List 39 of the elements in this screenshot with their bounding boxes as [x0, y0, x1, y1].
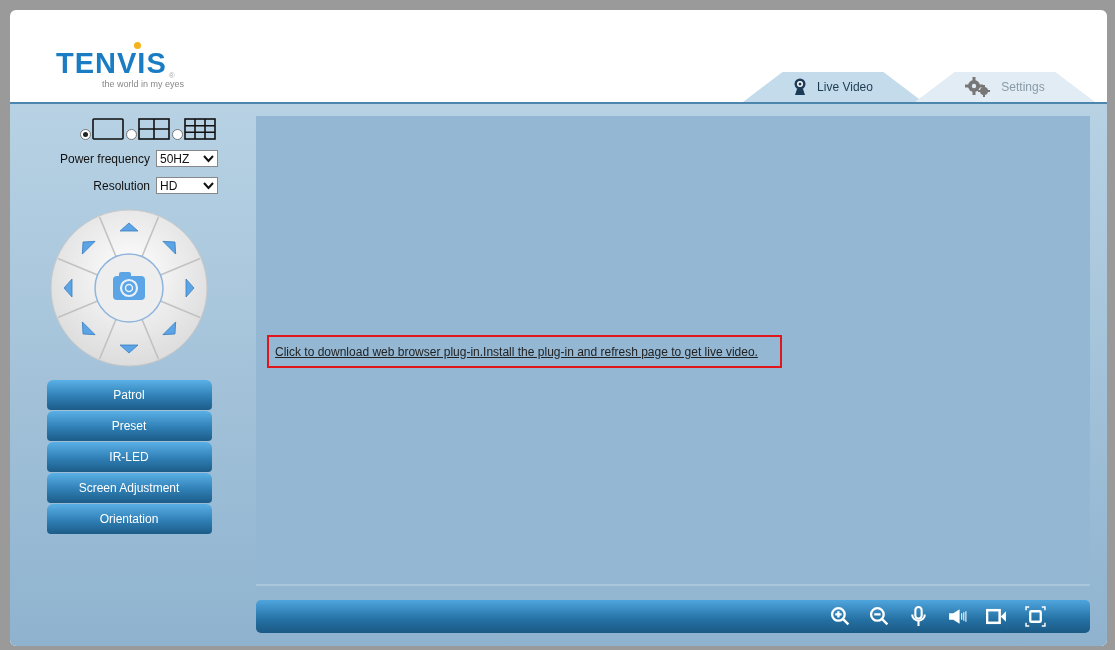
menu-button[interactable]: IR-LED [46, 442, 212, 472]
menu-button[interactable]: Patrol [46, 380, 212, 410]
setting-label: Power frequency [59, 151, 150, 166]
up-arrow-icon[interactable] [119, 222, 139, 232]
radio-button[interactable] [80, 129, 91, 140]
video-camera-icon[interactable] [986, 606, 1007, 627]
right-arrow-icon[interactable] [185, 278, 195, 298]
menu-button[interactable]: Screen Adjustment [46, 473, 212, 503]
snapshot-button[interactable] [94, 253, 164, 323]
radio-button[interactable] [126, 129, 137, 140]
dropdown[interactable]: 50HZ [156, 150, 218, 167]
gears-icon [965, 77, 992, 97]
down-right-arrow-icon[interactable] [162, 321, 177, 336]
logo-text: TENVIS [56, 40, 167, 80]
nine-view-icon[interactable] [184, 118, 216, 140]
zoom-out-icon[interactable] [869, 606, 890, 627]
webcam-icon [793, 78, 808, 96]
chevron-down-icon [203, 154, 214, 163]
down-arrow-icon[interactable] [119, 344, 139, 354]
single-view-icon[interactable] [92, 118, 124, 140]
up-left-arrow-icon[interactable] [81, 240, 96, 255]
quad-view-icon[interactable] [138, 118, 170, 140]
zoom-in-icon[interactable] [830, 606, 851, 627]
dropdown[interactable]: HD [156, 177, 218, 194]
menu-button[interactable]: Preset [46, 411, 212, 441]
down-left-arrow-icon[interactable] [81, 321, 96, 336]
logo-tagline: the world in my eyes [102, 79, 185, 89]
left-arrow-icon[interactable] [63, 278, 73, 298]
chevron-down-icon [203, 181, 214, 190]
microphone-icon[interactable] [908, 606, 929, 627]
radio-button[interactable] [172, 129, 183, 140]
setting-label: Resolution [93, 178, 150, 193]
speaker-icon[interactable] [947, 606, 968, 627]
plugin-download-link[interactable]: Click to download web browser plug-in.Install the plug-in and refresh page to get live video. [267, 334, 782, 368]
menu-button[interactable]: Orientation [46, 504, 212, 534]
fullscreen-icon[interactable] [1025, 606, 1046, 627]
registered-mark: ® [168, 71, 175, 80]
tab[interactable]: Settings [915, 72, 1095, 102]
up-right-arrow-icon[interactable] [162, 240, 177, 255]
